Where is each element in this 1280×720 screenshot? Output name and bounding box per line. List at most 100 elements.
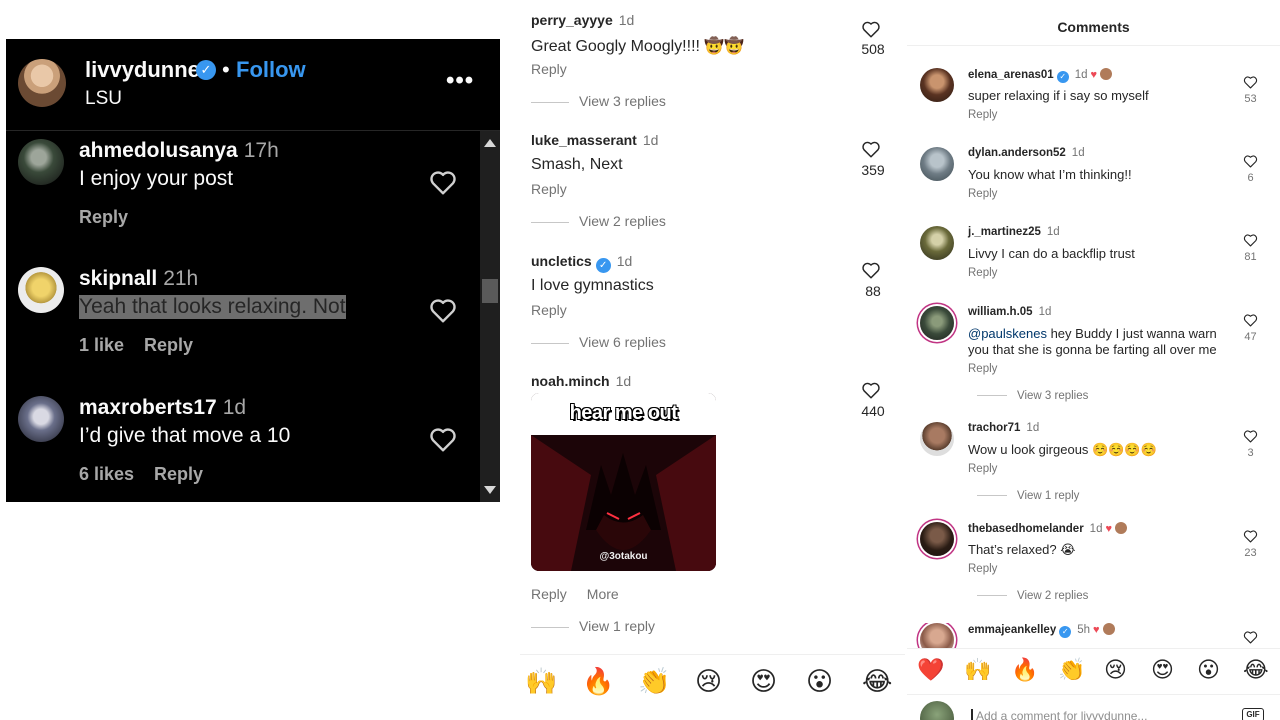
heart-icon[interactable]: [1243, 630, 1258, 644]
like-count: 47: [1244, 331, 1257, 343]
comment-username[interactable]: skipnall 21h: [79, 267, 198, 291]
emoji-crying[interactable]: 😢: [1104, 658, 1127, 683]
commenter-avatar[interactable]: [920, 306, 954, 340]
commenter-avatar[interactable]: [18, 267, 64, 313]
emoji-laughing[interactable]: 😂: [862, 667, 892, 697]
view-replies-button[interactable]: View 3 replies: [531, 93, 666, 109]
post-location[interactable]: LSU: [85, 88, 122, 110]
heart-icon[interactable]: [428, 169, 458, 195]
comment-username[interactable]: ahmedolusanya 17h: [79, 139, 279, 163]
comment-username[interactable]: uncletics ✓ 1d: [531, 253, 632, 273]
like-count: 23: [1244, 547, 1257, 559]
emoji-clap[interactable]: 👏: [1058, 658, 1085, 683]
more-options-icon[interactable]: •••: [446, 67, 474, 95]
comment-username[interactable]: trachor71 1d: [968, 422, 1039, 434]
heart-icon[interactable]: [1243, 429, 1258, 443]
commenter-avatar[interactable]: [920, 522, 954, 556]
view-replies-button[interactable]: View 1 reply: [977, 490, 1079, 502]
commenter-avatar[interactable]: [920, 68, 954, 102]
commenter-avatar[interactable]: [18, 139, 64, 185]
reply-button[interactable]: Reply: [144, 335, 193, 355]
emoji-fire[interactable]: 🔥: [582, 667, 614, 697]
commenter-avatar[interactable]: [920, 226, 954, 260]
comment-text: You know what I’m thinking!!: [968, 167, 1132, 182]
comment-text: Great Googly Moogly!!!! 🤠🤠: [531, 38, 745, 55]
commenter-avatar[interactable]: [920, 422, 954, 456]
comment-actions: 1 like Reply: [79, 335, 213, 356]
scroll-down-arrow-icon[interactable]: [484, 486, 496, 494]
comment-text: @paulskenes hey Buddy I just wanna warn …: [968, 326, 1217, 357]
scrollbar-thumb[interactable]: [482, 279, 498, 303]
author-avatar[interactable]: [18, 59, 66, 107]
heart-icon[interactable]: [428, 297, 458, 323]
reply-button[interactable]: Reply: [154, 464, 203, 484]
reply-button[interactable]: Reply: [531, 181, 567, 197]
reply-button[interactable]: Reply: [968, 267, 997, 279]
reply-button[interactable]: Reply More: [531, 586, 619, 602]
heart-icon[interactable]: [1243, 233, 1258, 247]
verified-badge-icon: ✓: [1056, 71, 1069, 83]
like-count: 359: [861, 162, 885, 178]
heart-icon[interactable]: [861, 140, 881, 158]
reply-button[interactable]: Reply: [968, 463, 997, 475]
post-header: livvydunne ✓ • Follow LSU •••: [6, 39, 500, 131]
view-replies-button[interactable]: View 2 replies: [531, 213, 666, 229]
view-replies-button[interactable]: View 1 reply: [531, 618, 655, 634]
emoji-laughing[interactable]: 😂: [1243, 658, 1269, 683]
emoji-red-heart[interactable]: ❤️: [917, 658, 944, 683]
commenter-avatar[interactable]: [920, 623, 954, 648]
view-replies-button[interactable]: View 2 replies: [977, 590, 1088, 602]
follow-button[interactable]: Follow: [236, 57, 306, 83]
comment-username[interactable]: dylan.anderson52 1d: [968, 147, 1085, 159]
comment-username[interactable]: emmajeankelley ✓ 5h ♥: [968, 623, 1115, 638]
more-button[interactable]: More: [587, 586, 619, 602]
heart-icon[interactable]: [1243, 529, 1258, 543]
emoji-heart-eyes[interactable]: 😍: [750, 667, 777, 697]
scrollbar[interactable]: [480, 131, 500, 502]
heart-icon[interactable]: [861, 261, 881, 279]
reply-button[interactable]: Reply: [79, 207, 128, 227]
emoji-fire[interactable]: 🔥: [1011, 658, 1038, 683]
reply-button[interactable]: Reply: [968, 188, 997, 200]
mention-link[interactable]: @paulskenes: [968, 326, 1047, 341]
heart-icon[interactable]: [1243, 313, 1258, 327]
comment-username[interactable]: maxroberts17 1d: [79, 396, 246, 420]
reply-button[interactable]: Reply: [968, 563, 997, 575]
view-replies-button[interactable]: View 6 replies: [531, 334, 666, 350]
emoji-surprised[interactable]: 😮: [1197, 658, 1220, 683]
heart-icon[interactable]: [1243, 154, 1258, 168]
scroll-up-arrow-icon[interactable]: [484, 139, 496, 147]
reply-button[interactable]: Reply: [968, 109, 997, 121]
reply-button[interactable]: Reply: [531, 61, 567, 77]
comment-username[interactable]: elena_arenas01 ✓ 1d ♥: [968, 68, 1113, 83]
add-comment-input[interactable]: Add a comment for livvydunne...: [971, 709, 1147, 720]
commenter-avatar[interactable]: [18, 396, 64, 442]
comment-username[interactable]: perry_ayyye 1d: [531, 12, 634, 28]
emoji-heart-eyes[interactable]: 😍: [1151, 658, 1174, 683]
emoji-raised-hands[interactable]: 🙌: [964, 658, 991, 683]
gif-button[interactable]: GIF: [1242, 708, 1264, 720]
comment-username[interactable]: william.h.05 1d: [968, 306, 1051, 318]
emoji-crying[interactable]: 😢: [695, 667, 722, 697]
verified-badge-icon: ✓: [196, 60, 216, 80]
view-replies-button[interactable]: View 3 replies: [977, 390, 1088, 402]
emoji-raised-hands[interactable]: 🙌: [525, 667, 557, 697]
reply-button[interactable]: Reply: [531, 302, 567, 318]
heart-icon[interactable]: [861, 381, 881, 399]
comment-username[interactable]: thebasedhomelander 1d ♥: [968, 522, 1127, 535]
like-count: 440: [861, 403, 885, 419]
comment-username[interactable]: noah.minch 1d: [531, 373, 631, 389]
emoji-surprised[interactable]: 😮: [806, 667, 833, 697]
heart-icon[interactable]: [1243, 75, 1258, 89]
comment-username[interactable]: j._martinez25 1d: [968, 226, 1060, 238]
emoji-clap[interactable]: 👏: [638, 667, 670, 697]
commenter-avatar[interactable]: [920, 147, 954, 181]
likes-count[interactable]: 6 likes: [79, 464, 134, 484]
reply-button[interactable]: Reply: [968, 363, 997, 375]
heart-icon[interactable]: [428, 426, 458, 452]
heart-icon[interactable]: [861, 20, 881, 38]
gif-sticker[interactable]: hear me out @3otakou: [531, 393, 716, 571]
author-username[interactable]: livvydunne: [85, 57, 200, 83]
comment-username[interactable]: luke_masserant 1d: [531, 132, 658, 148]
likes-count[interactable]: 1 like: [79, 335, 124, 355]
